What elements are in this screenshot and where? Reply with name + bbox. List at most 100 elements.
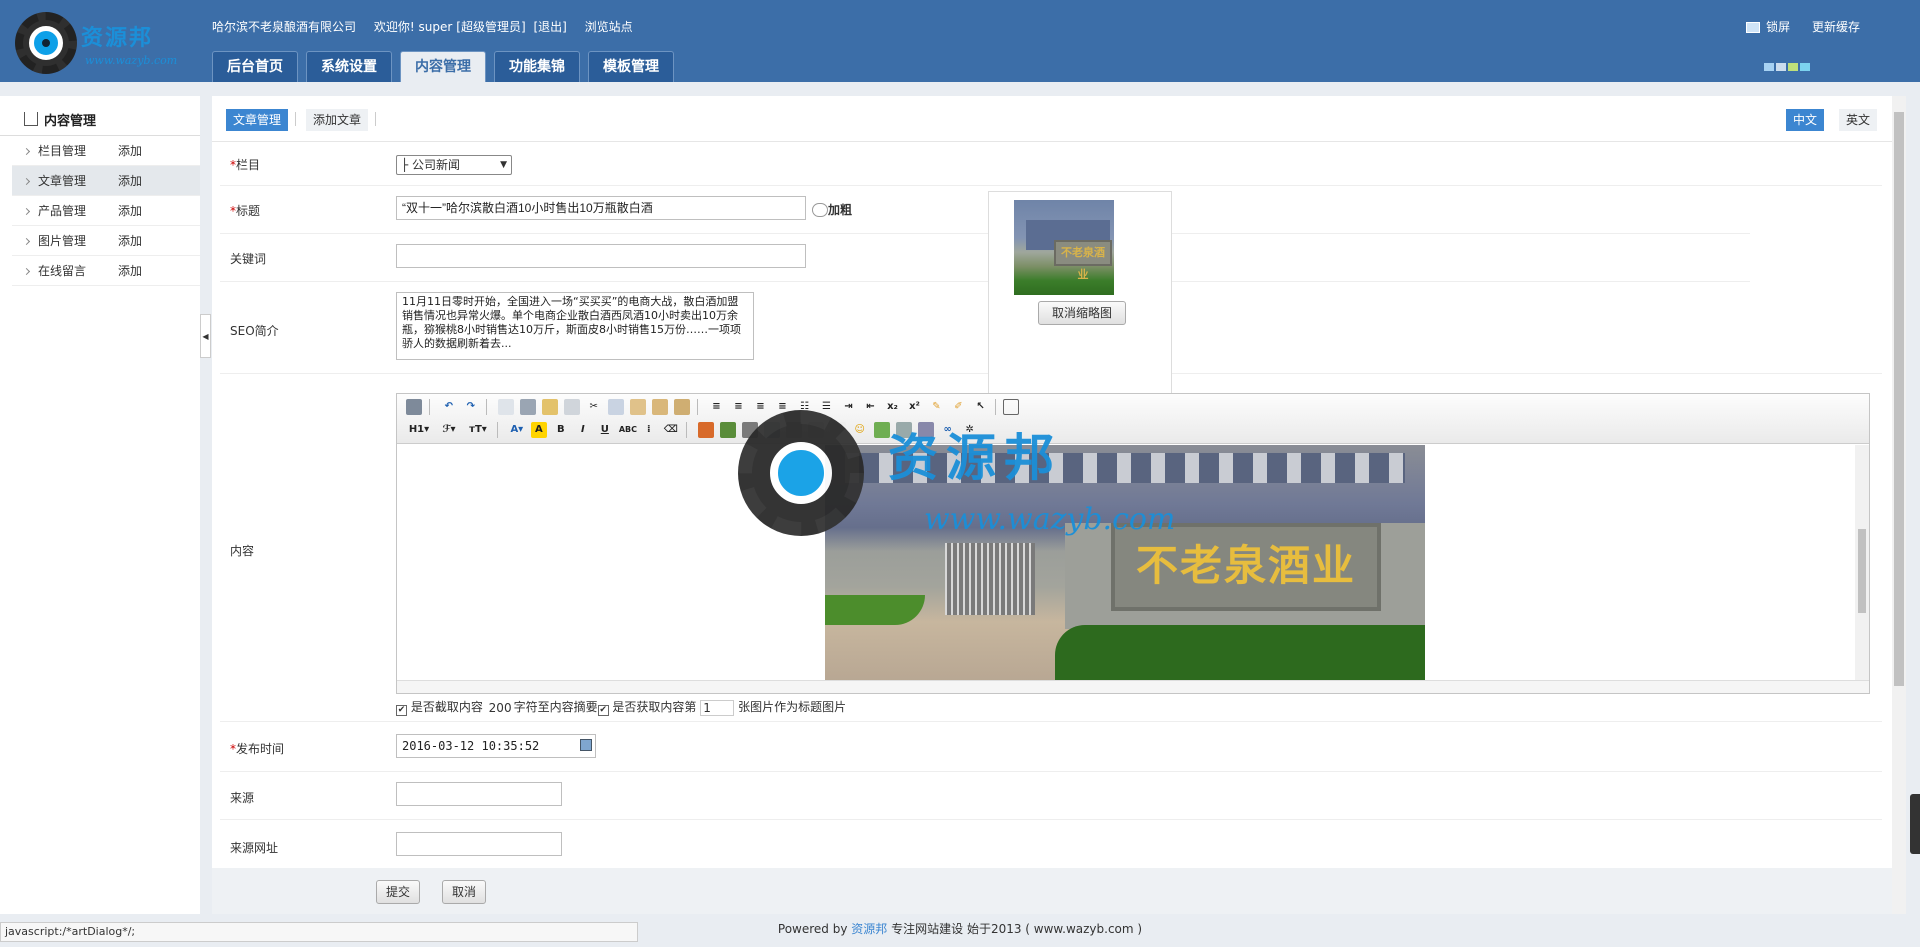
column-select[interactable]: ├ 公司新闻 ▼: [396, 155, 512, 175]
highlight-icon[interactable]: A: [530, 422, 547, 438]
redo-icon[interactable]: ↷: [463, 399, 479, 415]
skin-green-icon[interactable]: [1788, 63, 1798, 71]
font-family-dropdown[interactable]: ℱ▾: [438, 422, 460, 438]
heading-dropdown[interactable]: H1▾: [406, 422, 432, 438]
align-justify-icon[interactable]: ≡: [774, 399, 790, 415]
skin-cyan-icon[interactable]: [1800, 63, 1810, 71]
ordered-list-icon[interactable]: ☷: [796, 399, 812, 415]
image-manager-icon[interactable]: [873, 422, 890, 438]
site-logo[interactable]: 资源邦 www.wazyb.com: [15, 12, 185, 74]
lang-en-button[interactable]: 英文: [1839, 109, 1878, 131]
cancel-button[interactable]: 取消: [442, 880, 486, 904]
cut-icon[interactable]: ✂: [586, 399, 602, 415]
lang-cn-button[interactable]: 中文: [1786, 109, 1825, 131]
update-cache-button[interactable]: 更新缓存: [1812, 20, 1860, 34]
role-link[interactable]: [超级管理员]: [456, 20, 525, 34]
unordered-list-icon[interactable]: ☰: [818, 399, 834, 415]
clear-format-icon[interactable]: ✎: [928, 399, 944, 415]
copy-icon[interactable]: [607, 399, 624, 415]
source-code-icon[interactable]: [406, 399, 422, 415]
logout-link[interactable]: [退出]: [533, 20, 566, 34]
hr-icon[interactable]: [807, 422, 824, 438]
calendar-icon[interactable]: [580, 739, 592, 751]
add-link[interactable]: 添加: [118, 166, 142, 196]
line-height-icon[interactable]: ⁞: [641, 422, 657, 438]
bold-toggle[interactable]: 加粗: [812, 201, 852, 218]
sidebar-item-messages[interactable]: 在线留言 添加: [12, 256, 200, 286]
editor-content-area[interactable]: 不老泉酒业: [397, 445, 1869, 681]
strikethrough-icon[interactable]: ABC: [619, 422, 637, 438]
paste-plain-icon[interactable]: [651, 399, 668, 415]
image-index-input[interactable]: 1: [700, 700, 735, 716]
pointer-icon[interactable]: ↖: [972, 399, 988, 415]
add-link[interactable]: 添加: [118, 196, 142, 226]
undo-icon[interactable]: ↶: [441, 399, 457, 415]
multi-image-icon[interactable]: [719, 422, 736, 438]
emoticon-icon[interactable]: ☺: [852, 422, 868, 438]
skin-blue-icon[interactable]: [1764, 63, 1774, 71]
side-widget[interactable]: [1910, 794, 1920, 854]
font-size-dropdown[interactable]: тT▾: [466, 422, 490, 438]
align-left-icon[interactable]: ≡: [708, 399, 724, 415]
add-link[interactable]: 添加: [118, 256, 142, 286]
tab-system-settings[interactable]: 系统设置: [306, 51, 392, 82]
source-input[interactable]: [396, 782, 562, 806]
cancel-thumbnail-button[interactable]: 取消缩略图: [1038, 301, 1126, 325]
tab-content-management[interactable]: 内容管理: [400, 51, 486, 82]
media-icon[interactable]: [763, 422, 780, 438]
fullscreen-icon[interactable]: [1003, 399, 1020, 415]
page-scrollbar[interactable]: [1892, 96, 1906, 914]
footer-brand-link[interactable]: 资源邦: [851, 922, 887, 936]
bold-icon[interactable]: B: [553, 422, 569, 438]
print-icon[interactable]: [519, 399, 536, 415]
underline-icon[interactable]: U: [597, 422, 613, 438]
lock-screen-button[interactable]: 锁屏: [1746, 20, 1790, 34]
tab-article-manage[interactable]: 文章管理: [226, 109, 289, 131]
seo-textarea[interactable]: 11月11日零时开始，全国进入一场“买买买”的电商大战，散白酒加盟销售情况也异常…: [396, 292, 754, 360]
select-all-icon[interactable]: ✐: [950, 399, 966, 415]
title-input[interactable]: “双十一”哈尔滨散白酒10小时售出10万瓶散白酒: [396, 196, 806, 220]
code-block-icon[interactable]: [563, 399, 580, 415]
align-right-icon[interactable]: ≡: [752, 399, 768, 415]
paste-word-icon[interactable]: [673, 399, 690, 415]
align-center-icon[interactable]: ≡: [730, 399, 746, 415]
source-url-input[interactable]: [396, 832, 562, 856]
tab-features[interactable]: 功能集锦: [494, 51, 580, 82]
anchor-icon[interactable]: [917, 422, 934, 438]
sidebar-item-images[interactable]: 图片管理 添加: [12, 226, 200, 256]
fetch-image-checkbox[interactable]: ✔: [597, 705, 609, 716]
extract-checkbox[interactable]: ✔: [396, 705, 407, 716]
browse-site-link[interactable]: 浏览站点: [585, 20, 633, 34]
sidebar-item-articles[interactable]: 文章管理 添加: [12, 166, 200, 196]
sidebar-collapse-button[interactable]: ◀: [200, 314, 211, 358]
tab-templates[interactable]: 模板管理: [588, 51, 674, 82]
font-color-icon[interactable]: A▾: [509, 422, 525, 438]
subscript-icon[interactable]: x₂: [884, 399, 900, 415]
superscript-icon[interactable]: x²: [906, 399, 922, 415]
attachment-icon[interactable]: [895, 422, 912, 438]
eraser-icon[interactable]: ⌫: [663, 422, 679, 438]
keywords-input[interactable]: [396, 244, 806, 268]
link-icon[interactable]: ∞: [940, 422, 956, 438]
add-link[interactable]: 添加: [118, 226, 142, 256]
sidebar-item-products[interactable]: 产品管理 添加: [12, 196, 200, 226]
editor-resize-bar[interactable]: [397, 680, 1869, 693]
template-icon[interactable]: [541, 399, 558, 415]
sidebar-item-columns[interactable]: 栏目管理 添加: [12, 136, 200, 166]
submit-button[interactable]: 提交: [376, 880, 420, 904]
extract-length-input[interactable]: 200: [487, 701, 514, 717]
table-icon[interactable]: [785, 422, 802, 438]
italic-icon[interactable]: I: [575, 422, 591, 438]
paste-icon[interactable]: [629, 399, 646, 415]
tab-add-article[interactable]: 添加文章: [306, 109, 369, 131]
indent-icon[interactable]: ⇥: [840, 399, 856, 415]
skin-gray-icon[interactable]: [1776, 63, 1786, 71]
flash-icon[interactable]: [741, 422, 758, 438]
pubtime-input[interactable]: 2016-03-12 10:35:52: [396, 734, 596, 758]
map-icon[interactable]: [829, 422, 846, 438]
preview-icon[interactable]: [497, 399, 514, 415]
unlink-icon[interactable]: ✲: [962, 422, 978, 438]
add-link[interactable]: 添加: [118, 136, 142, 166]
editor-scrollbar[interactable]: [1855, 445, 1869, 681]
insert-image-icon[interactable]: [697, 422, 714, 438]
